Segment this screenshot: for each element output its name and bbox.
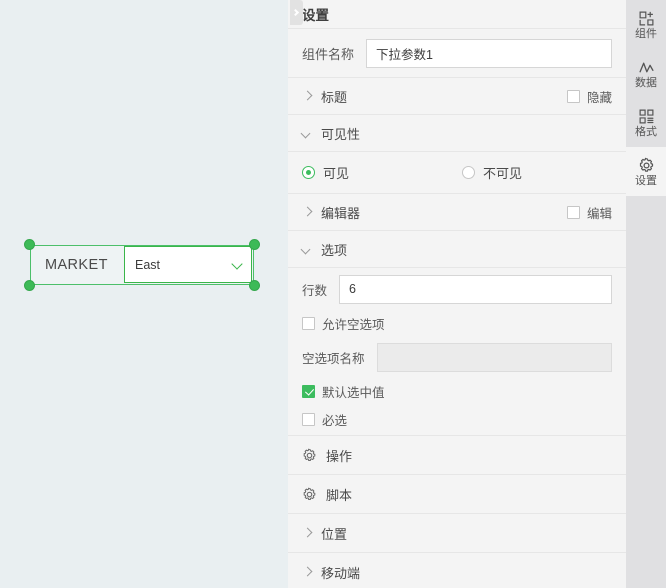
chevron-down-icon[interactable] — [232, 259, 243, 270]
right-toolbar-rail: 组件 数据 格式 设置 — [626, 0, 666, 588]
panel-collapse-button[interactable] — [290, 0, 303, 25]
empty-name-input[interactable] — [376, 342, 612, 372]
section-header-title[interactable]: 标题 隐藏 — [288, 78, 626, 115]
default-selected-row: 默认选中值 — [288, 378, 626, 404]
resize-handle-top-left[interactable] — [24, 239, 35, 250]
section-header-options[interactable]: 选项 — [288, 231, 626, 268]
section-script-label: 脚本 — [326, 487, 353, 503]
radio-mark — [462, 166, 475, 179]
allow-empty-label: 允许空选项 — [322, 317, 385, 332]
resize-handle-top-right[interactable] — [249, 239, 260, 250]
widget-label: MARKET — [45, 257, 108, 273]
chevron-right-icon — [302, 91, 312, 101]
title-hide-checkbox[interactable]: 隐藏 — [566, 87, 612, 106]
editor-edit-checkbox[interactable]: 编辑 — [566, 203, 612, 222]
design-canvas[interactable]: MARKET East — [0, 0, 288, 588]
chevron-right-icon — [302, 567, 312, 577]
section-header-action[interactable]: 操作 — [288, 436, 626, 475]
radio-mark — [302, 166, 315, 179]
section-header-mobile[interactable]: 移动端 — [288, 553, 626, 588]
chevron-down-icon — [302, 244, 312, 254]
panel-title: 设置 — [288, 0, 626, 29]
format-grid-icon — [639, 109, 653, 123]
section-header-editor[interactable]: 编辑器 编辑 — [288, 194, 626, 231]
rail-item-format[interactable]: 格式 — [626, 98, 666, 147]
radio-invisible[interactable]: 不可见 — [462, 163, 522, 182]
rows-count-input[interactable] — [339, 274, 612, 304]
chevron-down-icon — [302, 128, 312, 138]
radio-visible[interactable]: 可见 — [302, 163, 462, 182]
rail-label-settings: 设置 — [635, 174, 657, 187]
radio-invisible-label: 不可见 — [483, 166, 523, 181]
required-checkbox[interactable]: 必选 — [302, 410, 347, 429]
editor-edit-label: 编辑 — [586, 206, 612, 221]
gear-icon — [303, 448, 316, 461]
rows-count-label: 行数 — [302, 283, 328, 298]
component-name-row: 组件名称 — [288, 29, 626, 78]
settings-panel: 设置 组件名称 标题 隐藏 可见性 — [288, 0, 626, 588]
section-mobile-label: 移动端 — [321, 565, 361, 581]
radio-visible-label: 可见 — [323, 166, 350, 181]
section-action-label: 操作 — [326, 448, 353, 464]
checkbox-box — [566, 205, 580, 219]
checkbox-box — [302, 316, 315, 330]
rail-item-data[interactable]: 数据 — [626, 49, 666, 98]
add-component-icon — [639, 11, 653, 25]
section-position-label: 位置 — [321, 526, 348, 542]
rows-count-row: 行数 — [288, 268, 626, 310]
gear-icon — [303, 487, 316, 500]
widget-dropdown[interactable]: East — [124, 246, 252, 283]
section-editor-label: 编辑器 — [321, 205, 361, 221]
widget-dropdown-value: East — [135, 257, 161, 272]
section-visibility-label: 可见性 — [321, 126, 361, 142]
gear-icon — [639, 157, 653, 172]
empty-name-row: 空选项名称 — [288, 336, 626, 378]
section-options-label: 选项 — [321, 242, 348, 258]
resize-handle-bottom-right[interactable] — [249, 280, 260, 291]
checkbox-box — [566, 89, 580, 103]
checkbox-box-checked — [302, 384, 315, 398]
required-label: 必选 — [322, 414, 348, 428]
chevron-right-icon — [291, 8, 300, 17]
section-header-visibility[interactable]: 可见性 — [288, 115, 626, 152]
empty-name-label: 空选项名称 — [302, 351, 365, 366]
app-root: MARKET East 设置 组件名称 标题 — [0, 0, 666, 588]
visibility-radio-row: 可见 不可见 — [288, 152, 626, 194]
allow-empty-row: 允许空选项 — [288, 310, 626, 336]
section-title-label: 标题 — [321, 89, 348, 105]
section-header-position[interactable]: 位置 — [288, 514, 626, 553]
rail-label-format: 格式 — [635, 125, 657, 138]
resize-handle-bottom-left[interactable] — [24, 280, 35, 291]
allow-empty-checkbox[interactable]: 允许空选项 — [302, 314, 385, 333]
default-selected-label: 默认选中值 — [322, 385, 385, 400]
chevron-right-icon — [302, 207, 312, 217]
component-name-input[interactable] — [366, 38, 612, 68]
rail-item-settings[interactable]: 设置 — [626, 147, 666, 196]
rail-label-data: 数据 — [635, 76, 657, 89]
chevron-right-icon — [302, 528, 312, 538]
required-row: 必选 — [288, 404, 626, 436]
default-selected-checkbox[interactable]: 默认选中值 — [302, 382, 385, 401]
rail-item-components[interactable]: 组件 — [626, 0, 666, 49]
checkbox-box — [302, 413, 315, 426]
section-header-script[interactable]: 脚本 — [288, 475, 626, 514]
component-name-label: 组件名称 — [302, 46, 355, 62]
rail-label-components: 组件 — [635, 27, 657, 40]
selected-widget[interactable]: MARKET East — [24, 239, 260, 291]
data-chart-icon — [638, 62, 654, 72]
title-hide-label: 隐藏 — [586, 90, 612, 105]
